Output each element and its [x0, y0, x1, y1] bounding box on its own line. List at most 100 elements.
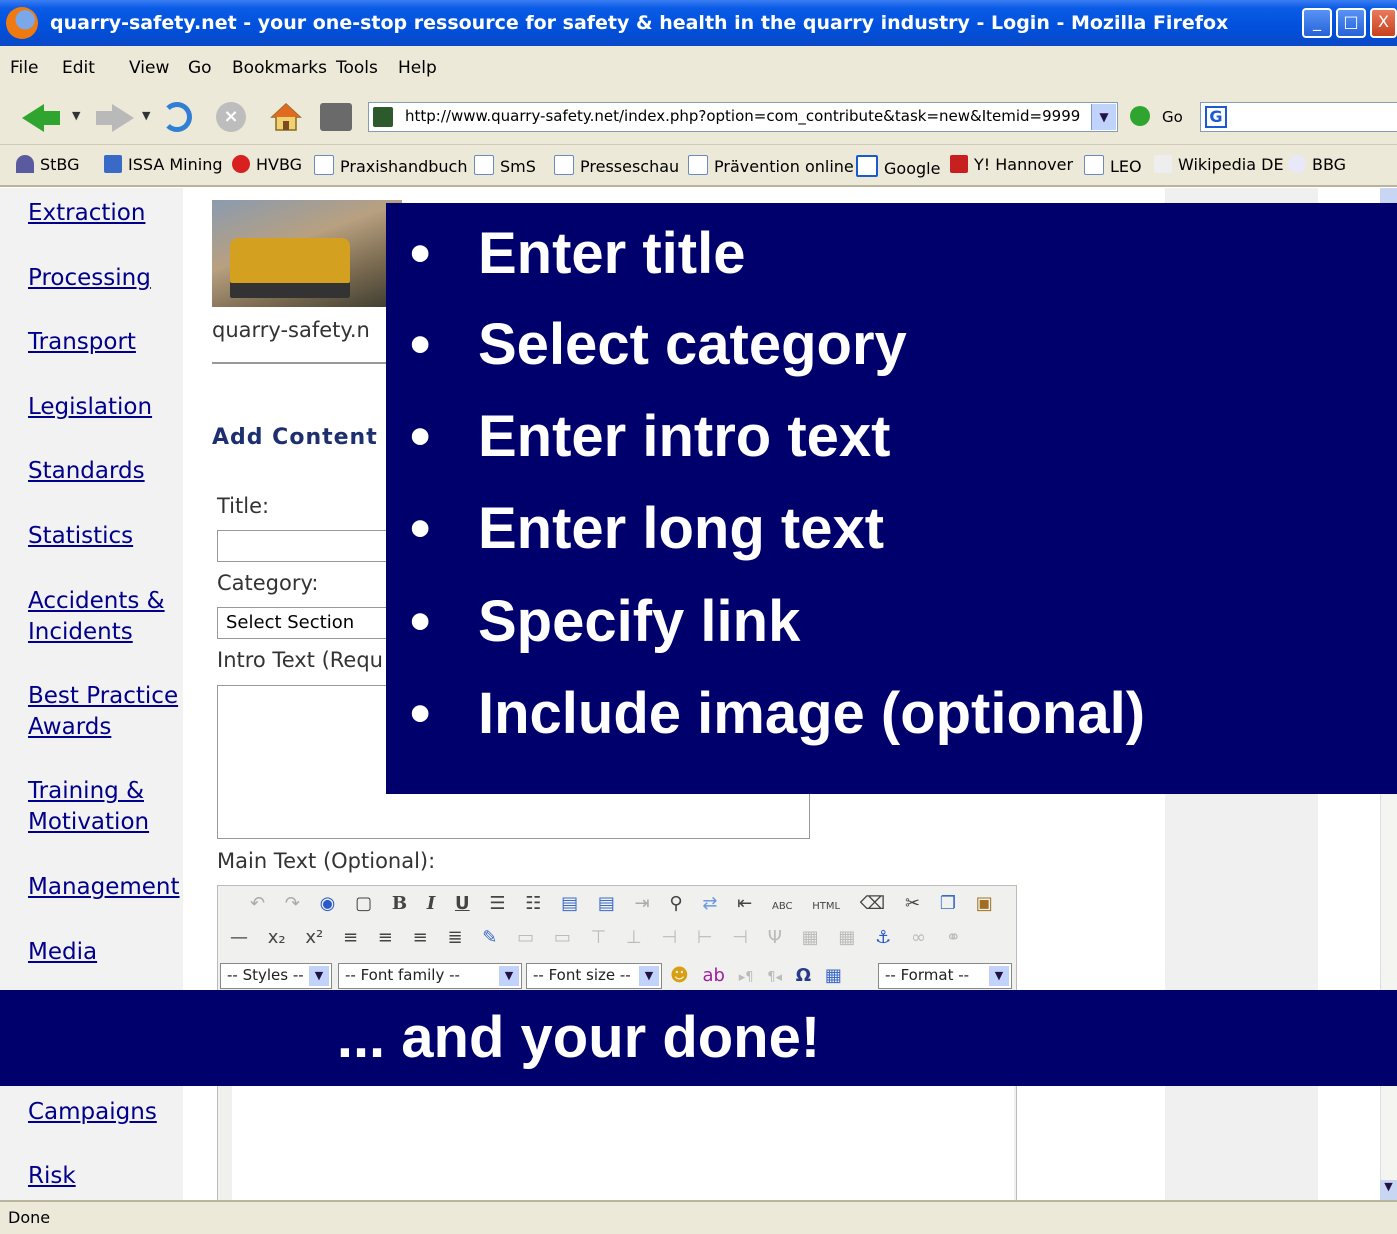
table-row-props-icon[interactable]: ▭ [517, 927, 534, 948]
edit-icon[interactable]: ✎ [482, 927, 497, 948]
link-icon[interactable]: ∞ [911, 927, 926, 948]
copy-icon[interactable]: ❐ [940, 893, 956, 914]
bookmark-y-hannover[interactable]: Y! Hannover [950, 155, 1073, 174]
stop-icon[interactable]: × [216, 102, 246, 132]
back-dropdown-icon[interactable]: ▼ [72, 109, 80, 122]
sidebar-item-extraction[interactable]: Extraction [28, 198, 145, 229]
go-button[interactable]: Go [1162, 108, 1183, 126]
sidebar-item-training[interactable]: Training & [28, 776, 144, 807]
bookmark-sms[interactable]: SmS [474, 155, 536, 176]
ltr-icon[interactable]: ▸¶ [739, 970, 754, 985]
sidebar-item-best-practice[interactable]: Best Practice [28, 681, 178, 712]
reload-icon[interactable] [162, 102, 192, 132]
sidebar-item-motivation[interactable]: Motivation [28, 807, 149, 838]
indent-icon[interactable]: ⇥ [635, 893, 650, 914]
bookmark-google[interactable]: Google [856, 155, 940, 178]
align-right-icon[interactable]: ≡ [413, 927, 428, 948]
sidebar-item-statistics[interactable]: Statistics [28, 521, 133, 552]
sidebar-item-standards[interactable]: Standards [28, 456, 145, 487]
subscript-icon[interactable]: x₂ [268, 927, 286, 948]
eraser-icon[interactable]: ⌫ [860, 893, 885, 914]
address-dropdown-icon[interactable]: ▼ [1091, 104, 1116, 130]
sidebar-item-media[interactable]: Media [28, 937, 97, 968]
new-document-icon[interactable]: ▢ [355, 893, 372, 914]
bookmark-stbg[interactable]: StBG [16, 155, 80, 174]
maximize-button[interactable]: □ [1336, 8, 1366, 38]
font-family-select[interactable]: -- Font family -- ▼ [338, 963, 522, 989]
numbered-list-icon[interactable]: ☷ [525, 893, 541, 914]
sidebar-item-incidents[interactable]: Incidents [28, 617, 133, 648]
rtl-icon[interactable]: ¶◂ [767, 970, 782, 985]
back-button[interactable] [42, 111, 60, 125]
insert-row-before-icon[interactable]: ⊤ [591, 927, 607, 948]
underline-icon[interactable]: U [455, 893, 470, 914]
outdent-icon[interactable]: ⇤ [737, 893, 752, 914]
title-input[interactable] [217, 530, 392, 562]
print-icon[interactable] [320, 103, 352, 131]
split-cells-icon[interactable]: ▦ [802, 927, 819, 948]
bookmark-leo[interactable]: LEO [1084, 155, 1142, 176]
sidebar-item-transport[interactable]: Transport [28, 327, 136, 358]
paste-text-icon[interactable]: ▤ [598, 893, 615, 914]
insert-col-before-icon[interactable]: ⊢ [697, 927, 713, 948]
align-center-icon[interactable]: ≡ [378, 927, 393, 948]
format-select[interactable]: -- Format -- ▼ [878, 963, 1012, 989]
bookmark-praevention-online[interactable]: Prävention online [688, 155, 854, 176]
menu-view[interactable]: View [129, 58, 169, 78]
insert-row-after-icon[interactable]: ⊥ [626, 927, 642, 948]
align-left-icon[interactable]: ≡ [343, 927, 358, 948]
help-icon[interactable]: ◉ [320, 893, 336, 914]
bookmark-bbg[interactable]: BBG [1288, 155, 1346, 174]
spellcheck-icon[interactable]: ABC [772, 901, 793, 912]
delete-row-icon[interactable]: ⊣ [661, 927, 677, 948]
find-icon[interactable]: ⚲ [669, 893, 682, 914]
insert-col-after-icon[interactable]: ⊣ [732, 927, 748, 948]
scroll-down-button[interactable]: ▼ [1380, 1180, 1397, 1200]
paste-word-icon[interactable]: ▤ [561, 893, 578, 914]
close-button[interactable]: X [1370, 8, 1397, 38]
bookmark-hvbg[interactable]: HVBG [232, 155, 302, 174]
minimize-button[interactable]: _ [1302, 8, 1332, 38]
bold-icon[interactable]: B [392, 893, 407, 914]
merge-cells-icon[interactable]: ▦ [838, 927, 855, 948]
bullet-list-icon[interactable]: ☰ [489, 893, 505, 914]
menu-tools[interactable]: Tools [336, 58, 378, 78]
forward-dropdown-icon[interactable]: ▼ [142, 109, 150, 122]
font-size-select[interactable]: -- Font size -- ▼ [526, 963, 662, 989]
anchor-icon[interactable]: ⚓ [875, 927, 891, 948]
delete-col-icon[interactable]: Ψ [768, 927, 782, 948]
forward-arrow-icon[interactable] [112, 104, 134, 132]
bookmark-issa-mining[interactable]: ISSA Mining [104, 155, 223, 174]
google-search-icon[interactable]: G [1205, 106, 1227, 128]
text-color-icon[interactable]: ab [703, 965, 725, 986]
sidebar-item-legislation[interactable]: Legislation [28, 392, 152, 423]
category-select[interactable]: Select Section [217, 607, 392, 639]
bookmark-praxishandbuch[interactable]: Praxishandbuch [314, 155, 467, 176]
menu-help[interactable]: Help [398, 58, 437, 78]
bookmark-presseschau[interactable]: Presseschau [554, 155, 679, 176]
back-arrow-icon[interactable] [22, 104, 44, 132]
replace-icon[interactable]: ⇄ [702, 893, 717, 914]
horizontal-rule-icon[interactable]: — [230, 927, 248, 948]
italic-icon[interactable]: I [427, 893, 435, 914]
cut-icon[interactable]: ✂ [905, 893, 920, 914]
styles-select[interactable]: -- Styles -- ▼ [220, 963, 332, 989]
menu-edit[interactable]: Edit [62, 58, 95, 78]
go-icon[interactable] [1130, 106, 1150, 126]
menu-go[interactable]: Go [188, 58, 212, 78]
sidebar-item-campaigns[interactable]: Campaigns [28, 1097, 157, 1128]
undo-icon[interactable]: ↶ [250, 893, 265, 914]
home-icon[interactable] [270, 101, 302, 133]
html-icon[interactable]: HTML [812, 901, 840, 912]
google-search-box[interactable]: G [1200, 102, 1397, 132]
special-char-icon[interactable]: Ω [796, 965, 811, 986]
sidebar-item-risk[interactable]: Risk [28, 1161, 76, 1192]
justify-icon[interactable]: ≣ [447, 927, 462, 948]
emoticon-icon[interactable]: ☻ [670, 965, 689, 986]
menu-bookmarks[interactable]: Bookmarks [232, 58, 327, 78]
address-input[interactable]: http://www.quarry-safety.net/index.php?o… [405, 107, 1080, 125]
sidebar-item-processing[interactable]: Processing [28, 263, 151, 294]
table-cell-props-icon[interactable]: ▭ [554, 927, 571, 948]
insert-table-icon[interactable]: ▦ [825, 965, 842, 986]
sidebar-item-awards[interactable]: Awards [28, 712, 111, 743]
